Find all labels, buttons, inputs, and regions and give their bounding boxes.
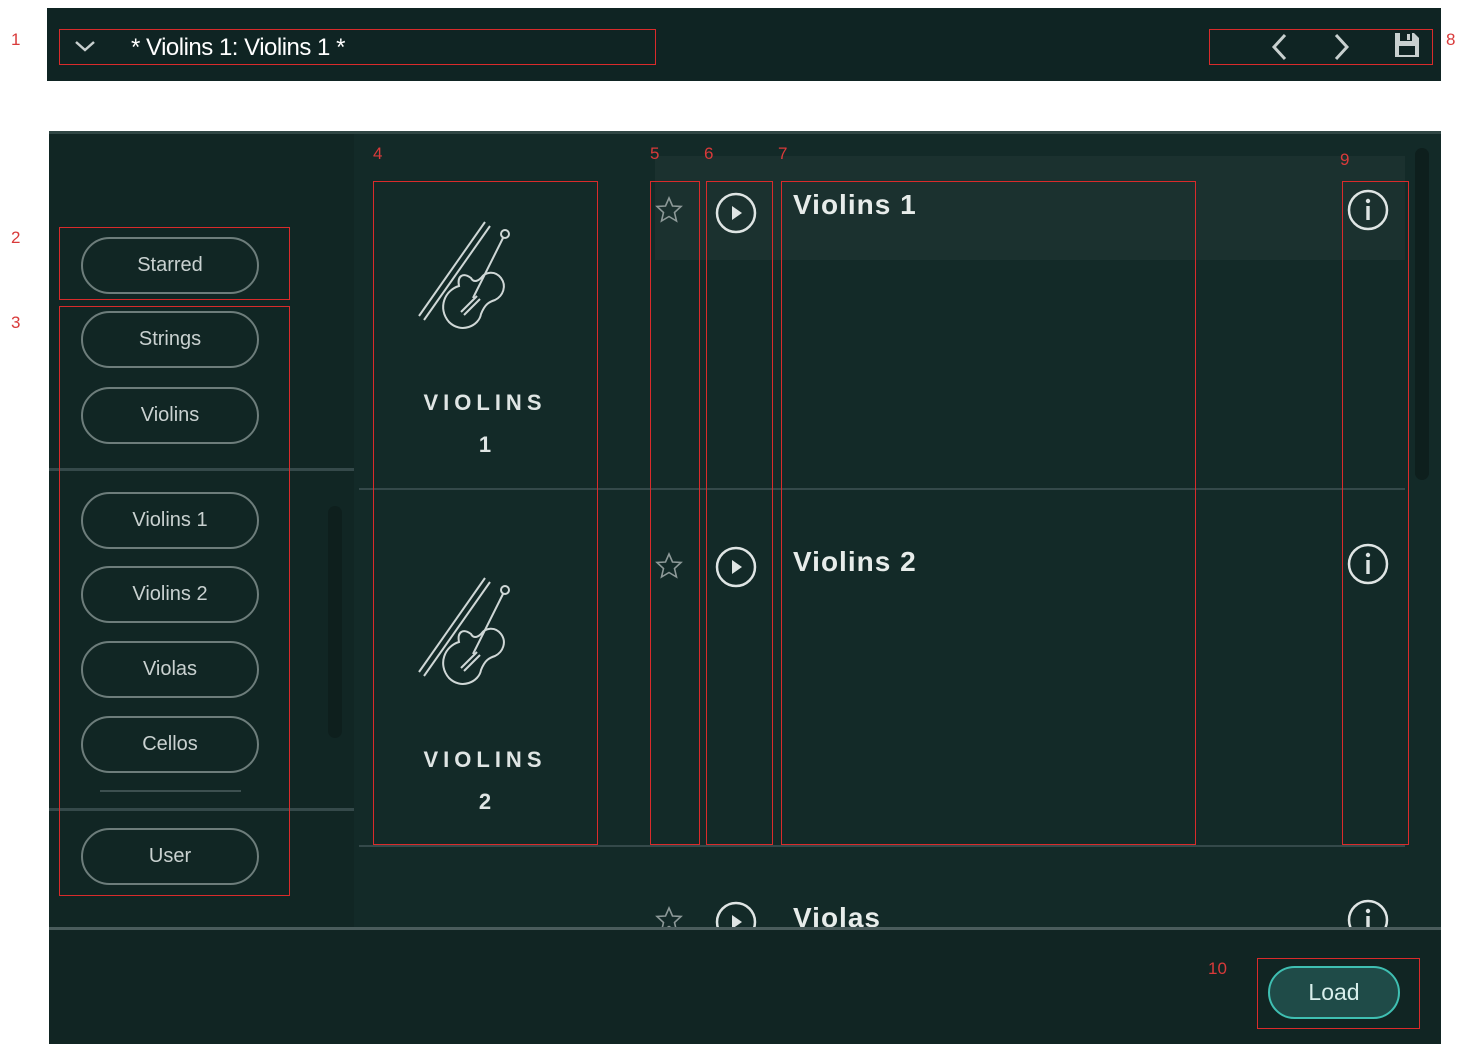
preset-art-label: VIOLINS [423, 747, 547, 772]
play-preview-icon[interactable] [714, 545, 758, 589]
preset-title[interactable]: * Violins 1: Violins 1 * [131, 34, 345, 62]
violin-art-icon [418, 221, 510, 329]
row-divider [359, 488, 1405, 490]
callout-number: 3 [11, 313, 21, 332]
sidebar-list-end [100, 790, 241, 792]
callout-number: 4 [373, 144, 383, 163]
sidebar-divider [49, 468, 354, 471]
browser-footer: Load [49, 930, 1441, 1044]
filter-violas-button[interactable]: Violas [81, 641, 259, 698]
selected-row-highlight [655, 156, 1405, 260]
preset-art-label: VIOLINS [423, 390, 547, 415]
callout-number: 1 [11, 30, 21, 49]
callout-number: 10 [1208, 959, 1227, 978]
filter-user-button[interactable]: User [81, 828, 259, 885]
callout-number: 9 [1340, 150, 1350, 169]
preset-name[interactable]: Violins 2 [793, 546, 917, 578]
play-preview-icon[interactable] [714, 191, 758, 235]
preset-name[interactable]: Violins 1 [793, 189, 917, 221]
chevron-down-icon[interactable] [73, 38, 97, 54]
info-icon[interactable] [1346, 542, 1390, 586]
save-icon[interactable] [1393, 31, 1421, 59]
row-divider [359, 845, 1405, 847]
filter-strings-button[interactable]: Strings [81, 311, 259, 368]
star-icon[interactable] [655, 552, 683, 580]
sidebar-scrollbar[interactable] [328, 506, 342, 738]
callout-number: 8 [1446, 30, 1456, 49]
preset-header-bar: * Violins 1: Violins 1 * [47, 8, 1441, 81]
callout-number: 2 [11, 228, 21, 247]
sidebar-divider [49, 808, 354, 811]
filter-cellos-button[interactable]: Cellos [81, 716, 259, 773]
preset-art-number: 2 [478, 789, 492, 814]
violin-art-icon [418, 577, 510, 685]
callout-number: 7 [778, 144, 788, 163]
category-sidebar: Starred Strings Violins Violins 1 Violin… [49, 134, 354, 930]
info-icon[interactable] [1346, 188, 1390, 232]
preset-list-scrollbar[interactable] [1415, 148, 1429, 480]
filter-violins-2-button[interactable]: Violins 2 [81, 566, 259, 623]
filter-starred-button[interactable]: Starred [81, 237, 259, 294]
star-icon[interactable] [655, 196, 683, 224]
filter-violins-1-button[interactable]: Violins 1 [81, 492, 259, 549]
next-preset-icon[interactable] [1330, 32, 1352, 62]
filter-violins-button[interactable]: Violins [81, 387, 259, 444]
callout-number: 5 [650, 144, 660, 163]
previous-preset-icon[interactable] [1269, 32, 1291, 62]
load-button[interactable]: Load [1268, 966, 1400, 1019]
callout-number: 6 [704, 144, 714, 163]
preset-art-number: 1 [478, 432, 492, 457]
preset-browser-panel: Starred Strings Violins Violins 1 Violin… [49, 131, 1441, 1044]
